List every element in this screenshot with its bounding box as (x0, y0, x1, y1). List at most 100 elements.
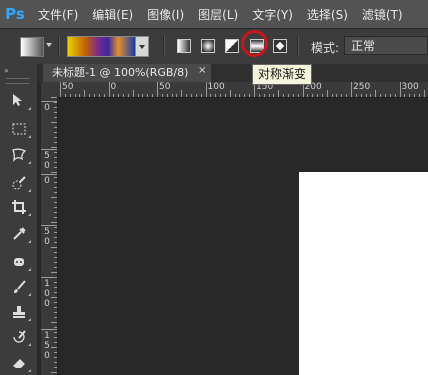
menu-edit[interactable]: 编辑(E) (92, 6, 133, 23)
highlight-circle (241, 30, 268, 57)
ruler-minor-tick (54, 337, 57, 338)
ruler-minor-tick (51, 122, 57, 123)
mode-select[interactable]: 正常 (344, 36, 428, 55)
ruler-minor-tick (54, 307, 57, 308)
ruler-minor-tick (375, 90, 377, 97)
ruler-minor-tick (54, 267, 57, 268)
ruler-label: 300 (401, 82, 419, 92)
tool-preset-dropdown-icon[interactable] (46, 43, 52, 47)
ruler-minor-tick (84, 90, 86, 97)
ruler-minor-tick (54, 332, 57, 333)
ruler-label: 100 (207, 82, 225, 92)
collapse-panel-icon[interactable]: » (4, 66, 9, 75)
angle-gradient-icon[interactable] (225, 39, 239, 53)
menu-image[interactable]: 图像(I) (147, 6, 184, 23)
options-bar: 模式: 正常 (0, 28, 428, 65)
options-separator (58, 36, 60, 57)
ruler-minor-tick (249, 94, 251, 97)
gradient-preview[interactable] (68, 37, 135, 56)
ruler-minor-tick (341, 94, 343, 97)
brush-icon[interactable] (9, 278, 31, 296)
ruler-minor-tick (51, 222, 57, 223)
ruler-minor-tick (409, 94, 411, 97)
menu-type[interactable]: 文字(Y) (252, 6, 293, 23)
ruler-label: 0 (44, 103, 50, 113)
ruler-minor-tick (54, 117, 57, 118)
ruler-minor-tick (54, 232, 57, 233)
ruler-minor-tick (54, 287, 57, 288)
ruler-origin[interactable] (41, 82, 57, 98)
move-icon[interactable] (9, 92, 31, 110)
horizontal-ruler[interactable]: 50050100150200250300350 (57, 82, 428, 98)
spot-healing-icon[interactable] (9, 253, 31, 271)
ruler-minor-tick (51, 197, 57, 198)
ruler-minor-tick (51, 272, 57, 273)
ruler-minor-tick (346, 94, 348, 97)
ruler-minor-tick (54, 362, 57, 363)
ruler-minor-tick (360, 94, 362, 97)
gradient-picker[interactable] (67, 36, 149, 57)
ruler-major-tick (205, 82, 207, 97)
ruler-minor-tick (287, 94, 289, 97)
ruler-major-tick (41, 149, 57, 150)
eraser-icon[interactable] (9, 354, 31, 372)
ruler-minor-tick (54, 212, 57, 213)
ruler-minor-tick (171, 94, 173, 97)
ruler-minor-tick (423, 90, 425, 97)
ruler-minor-tick (176, 94, 178, 97)
ruler-label: 50 (159, 82, 171, 92)
menu-select[interactable]: 选择(S) (307, 6, 348, 23)
ruler-minor-tick (384, 94, 386, 97)
menu-filter[interactable]: 滤镜(T) (362, 6, 403, 23)
gradient-dropdown-icon[interactable] (135, 37, 148, 56)
ruler-minor-tick (181, 90, 183, 97)
linear-gradient-icon[interactable] (177, 39, 191, 53)
ruler-minor-tick (54, 312, 57, 313)
document-canvas[interactable] (299, 172, 428, 375)
marquee-icon[interactable] (9, 120, 31, 138)
lasso-icon[interactable] (9, 146, 31, 164)
ruler-major-tick (60, 82, 61, 97)
quick-select-icon[interactable] (9, 174, 31, 192)
ruler-minor-tick (263, 94, 265, 97)
tools-panel: » (0, 64, 38, 375)
ruler-minor-tick (69, 94, 71, 97)
close-tab-icon[interactable]: × (198, 65, 206, 76)
crop-icon[interactable] (9, 198, 31, 216)
ruler-minor-tick (51, 147, 57, 148)
ruler-major-tick (351, 82, 352, 97)
ruler-minor-tick (54, 217, 57, 218)
document-tab[interactable]: 未标题-1 @ 100%(RGB/8) (43, 64, 211, 82)
ruler-minor-tick (54, 262, 57, 263)
ruler-minor-tick (229, 90, 231, 97)
ruler-minor-tick (54, 132, 57, 133)
panel-grip[interactable] (6, 78, 30, 84)
ruler-minor-tick (200, 94, 202, 97)
vertical-ruler[interactable]: 0 50 0 50 100 150 (41, 97, 58, 375)
clone-stamp-icon[interactable] (9, 303, 31, 321)
diamond-gradient-icon[interactable] (273, 39, 287, 53)
ruler-minor-tick (326, 90, 328, 97)
ruler-minor-tick (64, 94, 66, 97)
ruler-label: 50 (44, 151, 50, 171)
radial-gradient-icon[interactable] (201, 39, 215, 53)
ruler-minor-tick (54, 317, 57, 318)
ruler-minor-tick (54, 162, 57, 163)
ruler-minor-tick (51, 322, 57, 323)
ruler-major-tick (157, 82, 158, 97)
ruler-minor-tick (54, 167, 57, 168)
history-brush-icon[interactable] (9, 328, 31, 346)
ruler-minor-tick (331, 94, 333, 97)
ruler-minor-tick (103, 94, 105, 97)
ruler-minor-tick (54, 182, 57, 183)
menu-file[interactable]: 文件(F) (38, 6, 78, 23)
ruler-minor-tick (137, 94, 139, 97)
ruler-minor-tick (54, 102, 57, 103)
eyedropper-icon[interactable] (9, 225, 31, 243)
ruler-minor-tick (54, 277, 57, 278)
menu-layer[interactable]: 图层(L) (198, 6, 238, 23)
ruler-label: 0 (44, 176, 50, 186)
ruler-major-tick (108, 82, 110, 97)
tool-preset-icon[interactable] (20, 37, 44, 57)
ruler-label: 150 (44, 331, 50, 361)
